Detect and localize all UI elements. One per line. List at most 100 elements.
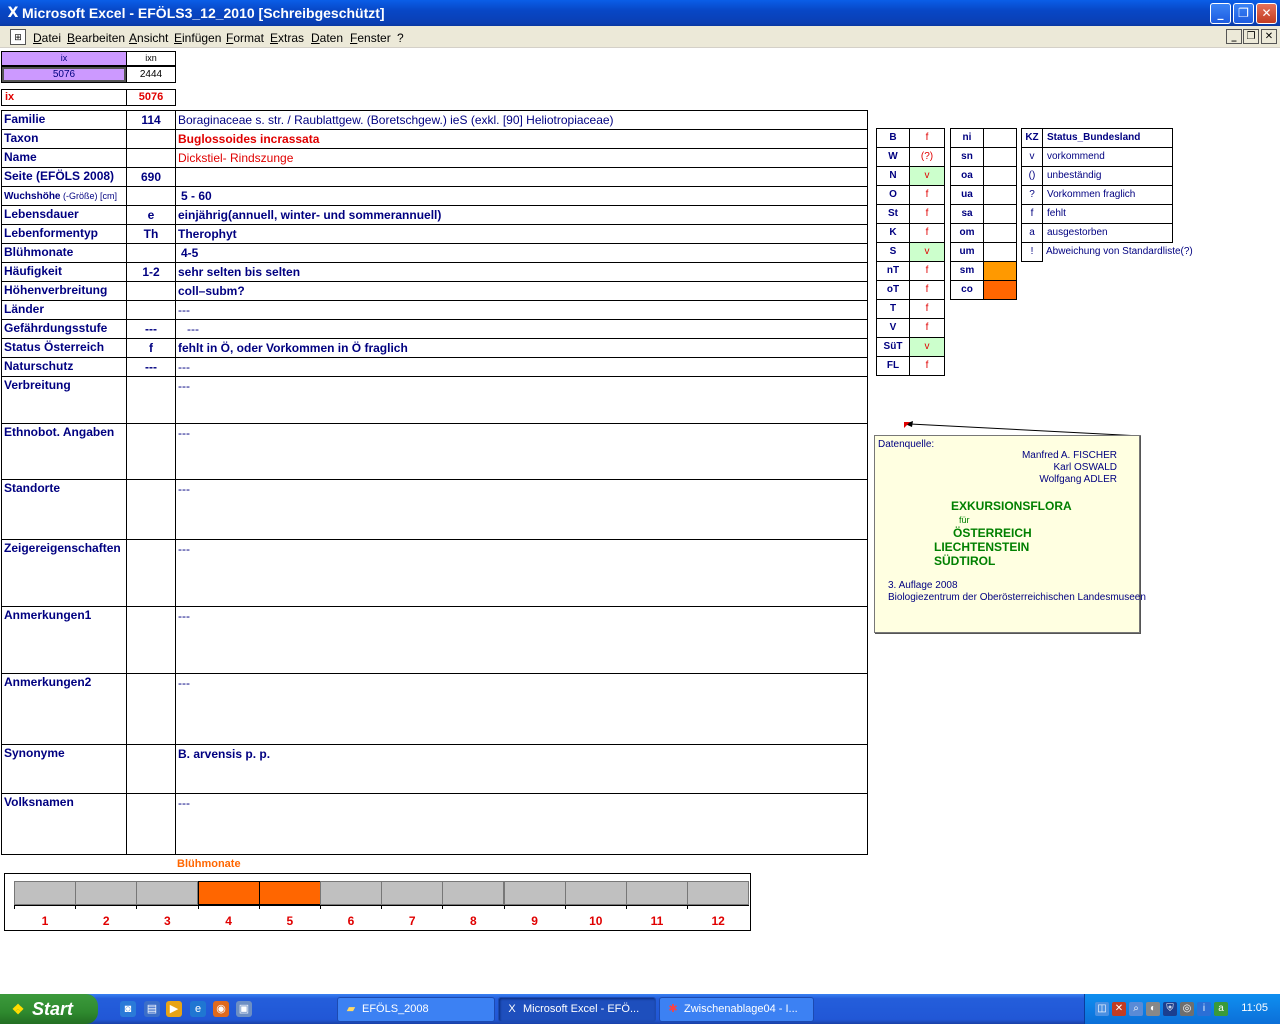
row-value-13[interactable]: --- (175, 357, 868, 377)
quicklaunch-app-icon[interactable]: ▤ (144, 1001, 160, 1017)
row-code-15[interactable] (126, 423, 176, 480)
show-desktop-icon[interactable]: ◙ (120, 1001, 136, 1017)
zone-value-1[interactable] (983, 147, 1017, 167)
mdi-minimize-button[interactable]: _ (1226, 29, 1242, 44)
quicklaunch-tool-icon[interactable]: ▣ (236, 1001, 252, 1017)
row-value-6[interactable]: Therophyt (175, 224, 868, 244)
row-code-10[interactable] (126, 300, 176, 320)
row-value-12[interactable]: fehlt in Ö, oder Vorkommen in Ö fraglich (175, 338, 868, 358)
row-value-3[interactable] (175, 167, 868, 187)
row-code-18[interactable] (126, 606, 176, 674)
security-tray-icon[interactable]: ◐ (1146, 1002, 1160, 1016)
zone-value-2[interactable] (983, 166, 1017, 186)
task-efoels-folder[interactable]: ▰ EFÖLS_2008 (337, 997, 495, 1022)
row-code-1[interactable] (126, 129, 176, 149)
menu-help[interactable]: ? (397, 31, 404, 45)
row-value-2[interactable]: Dickstiel- Rindszunge (175, 148, 868, 168)
state-value-2[interactable]: v (909, 166, 945, 186)
row-value-8[interactable]: sehr selten bis selten (175, 262, 868, 282)
row-value-0[interactable]: Boraginaceae s. str. / Raublattgew. (Bor… (175, 110, 868, 130)
state-value-3[interactable]: f (909, 185, 945, 205)
media-player-icon[interactable]: ▶ (166, 1001, 182, 1017)
menu-datei[interactable]: Datei (33, 31, 61, 45)
mdi-close-button[interactable]: ✕ (1261, 29, 1277, 44)
state-value-10[interactable]: f (909, 318, 945, 338)
mdi-restore-button[interactable]: ❐ (1243, 29, 1259, 44)
row-value-7[interactable]: 4-5 (175, 243, 868, 263)
state-value-12[interactable]: f (909, 356, 945, 376)
state-value-8[interactable]: f (909, 280, 945, 300)
row-value-17[interactable]: --- (175, 539, 868, 607)
close-button[interactable]: ✕ (1256, 3, 1277, 24)
zone-value-7[interactable] (983, 261, 1017, 281)
row-code-13[interactable]: --- (126, 357, 176, 377)
start-button[interactable]: ❖ Start (0, 994, 98, 1024)
row-value-16[interactable]: --- (175, 479, 868, 540)
antivirus-icon[interactable]: ✕ (1112, 1002, 1126, 1016)
menu-ansicht[interactable]: Ansicht (129, 31, 168, 45)
row-code-4[interactable] (126, 186, 176, 206)
restore-button[interactable]: ❐ (1233, 3, 1254, 24)
row-value-14[interactable]: --- (175, 376, 868, 424)
row-value-4[interactable]: 5 - 60 (175, 186, 868, 206)
menu-fenster[interactable]: Fenster (350, 31, 391, 45)
row-value-10[interactable]: --- (175, 300, 868, 320)
row-code-8[interactable]: 1-2 (126, 262, 176, 282)
row-value-15[interactable]: --- (175, 423, 868, 480)
state-value-0[interactable]: f (909, 128, 945, 148)
tray-app-icon[interactable]: a (1214, 1002, 1228, 1016)
row-code-6[interactable]: Th (126, 224, 176, 244)
minimize-button[interactable]: _ (1210, 3, 1231, 24)
task-clipboard[interactable]: ✱ Zwischenablage04 - I... (659, 997, 814, 1022)
row-code-9[interactable] (126, 281, 176, 301)
shield-icon[interactable]: ⛨ (1163, 1002, 1177, 1016)
zone-value-3[interactable] (983, 185, 1017, 205)
row-code-2[interactable] (126, 148, 176, 168)
info-icon[interactable]: i (1197, 1002, 1211, 1016)
row-code-12[interactable]: f (126, 338, 176, 358)
row-code-3[interactable]: 690 (126, 167, 176, 187)
firefox-icon[interactable]: ◉ (213, 1001, 229, 1017)
row-value-21[interactable]: --- (175, 793, 868, 855)
menu-daten[interactable]: Daten (311, 31, 343, 45)
row-value-1[interactable]: Buglossoides incrassata (175, 129, 868, 149)
state-value-11[interactable]: v (909, 337, 945, 357)
row-value-11[interactable]: --- (175, 319, 868, 339)
state-value-1[interactable]: (?) (909, 147, 945, 167)
row-code-0[interactable]: 114 (126, 110, 176, 130)
row-value-18[interactable]: --- (175, 606, 868, 674)
menu-extras[interactable]: Extras (270, 31, 304, 45)
row-code-16[interactable] (126, 479, 176, 540)
row-code-11[interactable]: --- (126, 319, 176, 339)
update-icon[interactable]: ◎ (1180, 1002, 1194, 1016)
row-value-19[interactable]: --- (175, 673, 868, 745)
zone-value-8[interactable] (983, 280, 1017, 300)
row-code-7[interactable] (126, 243, 176, 263)
menu-einfuegen[interactable]: Einfügen (174, 31, 221, 45)
row-value-20[interactable]: B. arvensis p. p. (175, 744, 868, 794)
ix-value-cell[interactable]: 5076 (1, 66, 127, 83)
state-value-6[interactable]: v (909, 242, 945, 262)
search-tray-icon[interactable]: ⌕ (1129, 1002, 1143, 1016)
state-value-4[interactable]: f (909, 204, 945, 224)
zone-value-6[interactable] (983, 242, 1017, 262)
row-value-9[interactable]: coll–subm? (175, 281, 868, 301)
workbook-icon[interactable]: ⊞ (10, 29, 26, 45)
task-excel[interactable]: X Microsoft Excel - EFÖ... (498, 997, 656, 1022)
state-value-9[interactable]: f (909, 299, 945, 319)
ixn-value-cell[interactable]: 2444 (126, 66, 176, 83)
row-code-17[interactable] (126, 539, 176, 607)
row-code-19[interactable] (126, 673, 176, 745)
row-code-21[interactable] (126, 793, 176, 855)
menu-bearbeiten[interactable]: Bearbeiten (67, 31, 125, 45)
internet-explorer-icon[interactable]: e (190, 1001, 206, 1017)
state-value-5[interactable]: f (909, 223, 945, 243)
row-value-5[interactable]: einjährig(annuell, winter- und sommerann… (175, 205, 868, 225)
row-code-20[interactable] (126, 744, 176, 794)
zone-value-4[interactable] (983, 204, 1017, 224)
menu-format[interactable]: Format (226, 31, 264, 45)
zone-value-5[interactable] (983, 223, 1017, 243)
state-value-7[interactable]: f (909, 261, 945, 281)
row-code-14[interactable] (126, 376, 176, 424)
row-code-5[interactable]: e (126, 205, 176, 225)
